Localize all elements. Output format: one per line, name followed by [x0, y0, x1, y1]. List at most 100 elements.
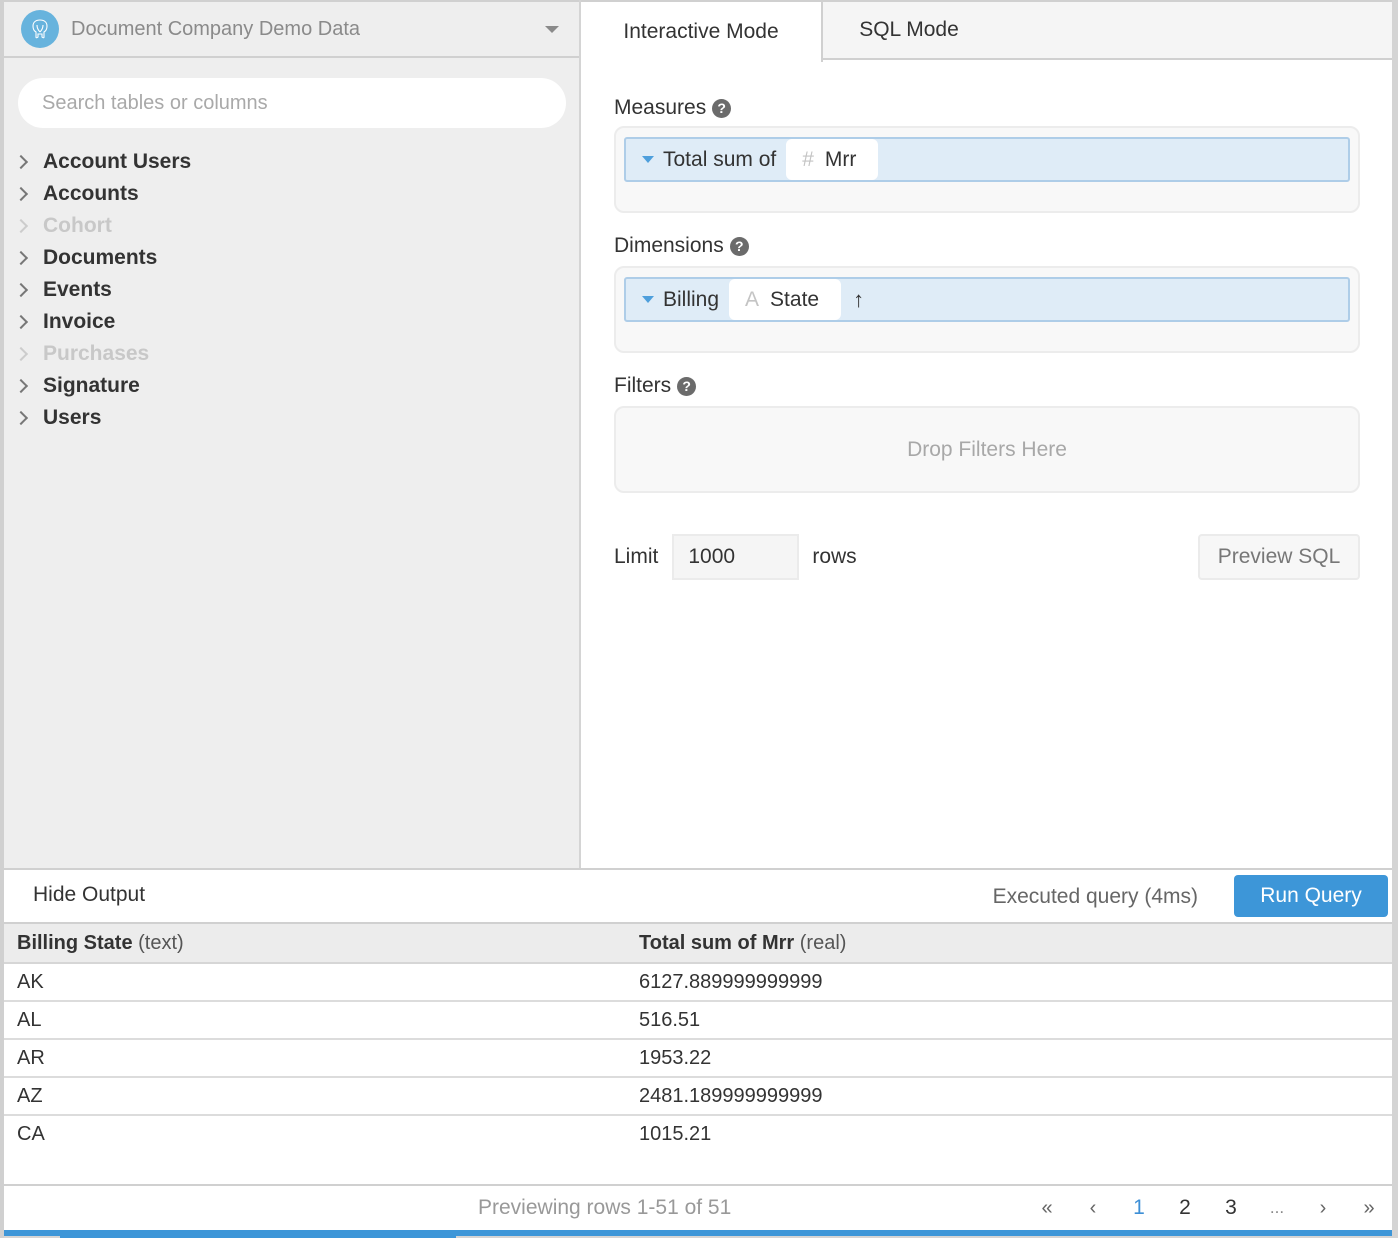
column-header-total-sum-mrr[interactable]: Total sum of Mrr (real) [622, 924, 1392, 964]
chevron-down-icon [545, 25, 559, 33]
first-page-button[interactable]: « [1024, 1192, 1070, 1224]
column-name: Total sum of Mrr [639, 931, 795, 954]
numeric-hash-icon: # [802, 147, 814, 171]
table-row: AZ 2481.189999999999 [4, 1077, 1392, 1116]
table-item-invoice[interactable]: Invoice [4, 306, 579, 338]
chevron-right-icon [13, 346, 29, 362]
table-label: Users [43, 406, 102, 429]
cell: CA [17, 1123, 45, 1145]
dimension-field-chip[interactable]: A State [729, 279, 842, 320]
filters-heading: Filters ? [614, 374, 697, 398]
next-page-button[interactable]: › [1300, 1192, 1346, 1224]
dimensions-heading: Dimensions ? [614, 234, 749, 258]
last-page-button[interactable]: » [1346, 1192, 1392, 1224]
search-box [18, 78, 566, 128]
aggregation-label: Total sum of [663, 147, 777, 171]
page-3-button[interactable]: 3 [1208, 1192, 1254, 1224]
measure-pill[interactable]: Total sum of # Mrr [624, 137, 1350, 182]
preview-sql-button[interactable]: Preview SQL [1198, 534, 1360, 580]
pagination: « ‹ 1 2 3 ... › » [1024, 1192, 1392, 1224]
dimensions-dropzone[interactable]: Billing A State ↑ [614, 266, 1360, 353]
table-item-account-users[interactable]: Account Users [4, 146, 579, 178]
rows-label: rows [812, 545, 857, 568]
search-input[interactable] [42, 91, 542, 115]
cell: 1015.21 [639, 1123, 712, 1145]
cell: AR [4, 1039, 622, 1078]
table-label: Accounts [43, 182, 139, 205]
cell: AK [4, 963, 622, 1002]
cell: AL [4, 1001, 622, 1040]
table-item-cohort[interactable]: Cohort [4, 210, 579, 242]
tab-interactive-mode[interactable]: Interactive Mode [581, 2, 823, 62]
prev-page-button[interactable]: ‹ [1070, 1192, 1116, 1224]
execution-status: Executed query (4ms) [992, 885, 1198, 908]
table-header-row: Billing State (text) Total sum of Mrr (r… [4, 924, 1392, 964]
help-icon[interactable]: ? [712, 98, 732, 118]
chevron-right-icon [13, 154, 29, 170]
measures-heading: Measures ? [614, 96, 732, 120]
column-header-billing-state[interactable]: Billing State (text) [4, 924, 622, 964]
table-item-signature[interactable]: Signature [4, 370, 579, 402]
chevron-right-icon [13, 282, 29, 298]
chevron-right-icon [13, 314, 29, 330]
table-label: Account Users [43, 150, 192, 173]
filters-dropzone[interactable]: Drop Filters Here [614, 406, 1360, 493]
postgresql-elephant-icon [21, 10, 59, 48]
cell: 2481.189999999999 [622, 1077, 1392, 1116]
table-item-purchases[interactable]: Purchases [4, 338, 579, 370]
measures-label: Measures [614, 96, 707, 119]
app-window: Document Company Demo Data Account Users… [4, 0, 1392, 1238]
mode-tabs: Interactive Mode SQL Mode [581, 0, 1392, 62]
page-1-button[interactable]: 1 [1116, 1192, 1162, 1224]
tab-sql-mode[interactable]: SQL Mode [823, 2, 995, 60]
chevron-right-icon [13, 410, 29, 426]
run-query-button[interactable]: Run Query [1234, 875, 1388, 917]
table-item-documents[interactable]: Documents [4, 242, 579, 274]
table-label: Cohort [43, 214, 112, 237]
database-selector[interactable]: Document Company Demo Data [4, 0, 579, 58]
caret-down-icon[interactable] [642, 156, 654, 163]
table-label: Documents [43, 246, 158, 269]
cell: AZ [4, 1077, 622, 1116]
table-item-accounts[interactable]: Accounts [4, 178, 579, 210]
help-icon[interactable]: ? [729, 236, 749, 256]
results-footer: Previewing rows 1-51 of 51 « ‹ 1 2 3 ...… [4, 1184, 1392, 1230]
chevron-right-icon [13, 218, 29, 234]
table-item-events[interactable]: Events [4, 274, 579, 306]
hide-output-button[interactable]: Hide Output [33, 883, 145, 907]
measure-field-name: Mrr [824, 147, 857, 171]
chevron-right-icon [13, 250, 29, 266]
column-name: Billing State [17, 931, 133, 954]
cell: 6127.889999999999 [622, 963, 1392, 1002]
limit-input[interactable] [672, 534, 800, 580]
measure-field-chip[interactable]: # Mrr [786, 139, 879, 180]
help-icon[interactable]: ? [677, 376, 697, 396]
dimension-prefix: Billing [663, 287, 720, 311]
dimensions-label: Dimensions [614, 234, 724, 257]
measures-dropzone[interactable]: Total sum of # Mrr [614, 126, 1360, 213]
preview-row-count: Previewing rows 1-51 of 51 [478, 1196, 732, 1219]
chevron-right-icon [13, 378, 29, 394]
database-name: Document Company Demo Data [71, 17, 361, 40]
results-table: Billing State (text) Total sum of Mrr (r… [4, 924, 1392, 1153]
schema-sidebar: Document Company Demo Data Account Users… [4, 0, 581, 868]
query-builder: Interactive Mode SQL Mode Measures ? Tot… [581, 0, 1392, 868]
table-item-users[interactable]: Users [4, 402, 579, 434]
output-toolbar: Hide Output Executed query (4ms) Run Que… [4, 870, 1392, 924]
dimension-field-name: State [770, 287, 820, 311]
caret-down-icon[interactable] [642, 296, 654, 303]
table-row: CA 1015.21 [4, 1115, 1392, 1153]
table-label: Invoice [43, 310, 116, 333]
page-2-button[interactable]: 2 [1162, 1192, 1208, 1224]
cell: 1953.22 [622, 1039, 1392, 1078]
vertical-scrollbar[interactable] [1392, 0, 1398, 1238]
filters-placeholder: Drop Filters Here [907, 437, 1067, 461]
table-label: Signature [43, 374, 140, 397]
text-type-icon: A [745, 287, 760, 311]
table-row: AK 6127.889999999999 [4, 963, 1392, 1002]
sort-ascending-icon[interactable]: ↑ [853, 287, 864, 313]
column-type: (real) [799, 931, 847, 954]
table-label: Events [43, 278, 112, 301]
output-panel: Hide Output Executed query (4ms) Run Que… [4, 868, 1392, 1238]
dimension-pill[interactable]: Billing A State ↑ [624, 277, 1350, 322]
